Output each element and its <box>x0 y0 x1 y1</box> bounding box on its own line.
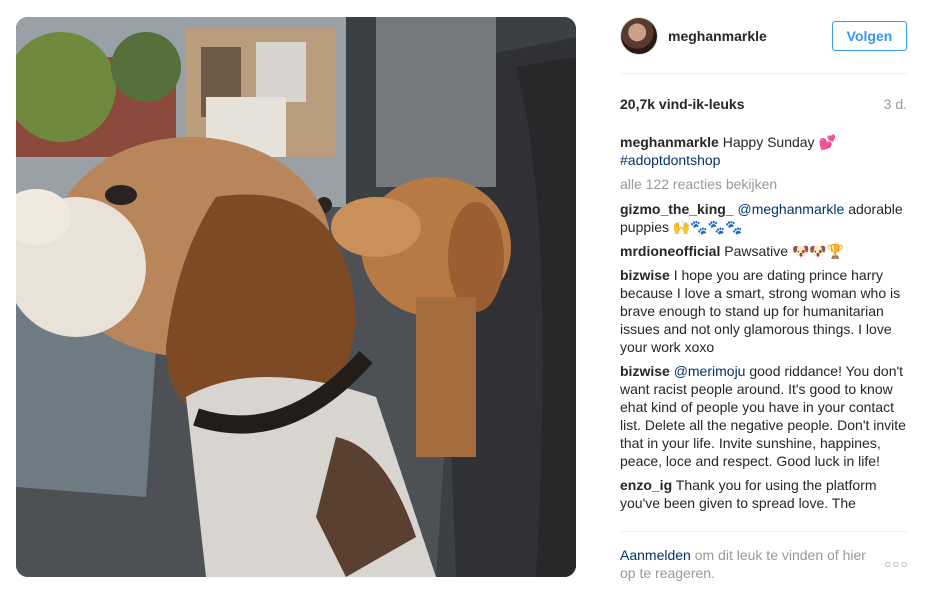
ellipsis-icon[interactable]: ○○○ <box>884 557 908 571</box>
comment-item: mrdioneofficial Pawsative 🐶🐶🏆 <box>620 242 910 260</box>
post-details-panel: meghanmarkle Volgen 20,7k vind-ik-leuks … <box>604 0 910 594</box>
post-header: meghanmarkle Volgen <box>604 0 910 72</box>
comment-mention[interactable]: @merimoju <box>674 363 746 379</box>
caption-username[interactable]: meghanmarkle <box>620 134 719 150</box>
comment-username[interactable]: bizwise <box>620 267 670 283</box>
comment-text: Pawsative 🐶🐶🏆 <box>724 243 845 259</box>
caption-text: Happy Sunday 💕 <box>722 134 836 150</box>
post-username[interactable]: meghanmarkle <box>668 28 767 44</box>
comment-username[interactable]: gizmo_the_king_ <box>620 201 734 217</box>
login-prompt: Aanmelden om dit leuk te vinden of hier … <box>620 546 870 582</box>
caption-hashtag[interactable]: #adoptdontshop <box>620 152 720 168</box>
view-all-comments-link[interactable]: alle 122 reacties bekijken <box>620 175 910 193</box>
avatar[interactable] <box>620 17 658 55</box>
header-divider <box>620 73 907 74</box>
comment-item: gizmo_the_king_ @meghanmarkle adorable p… <box>620 200 910 236</box>
post-photo[interactable] <box>16 17 576 577</box>
footer-divider <box>620 531 907 532</box>
follow-button[interactable]: Volgen <box>832 21 907 51</box>
login-link[interactable]: Aanmelden <box>620 547 691 563</box>
comment-mention[interactable]: @meghanmarkle <box>737 201 844 217</box>
comments-list[interactable]: meghanmarkle Happy Sunday 💕 #adoptdontsh… <box>620 133 910 531</box>
caption: meghanmarkle Happy Sunday 💕 #adoptdontsh… <box>620 133 910 169</box>
like-count[interactable]: 20,7k vind-ik-leuks <box>620 96 745 112</box>
beagles-in-car-image <box>16 17 576 577</box>
comment-username[interactable]: bizwise <box>620 363 670 379</box>
comment-username[interactable]: mrdioneofficial <box>620 243 720 259</box>
comment-item: enzo_ig Thank you for using the platform… <box>620 476 910 512</box>
comment-username[interactable]: enzo_ig <box>620 477 672 493</box>
post-age[interactable]: 3 d. <box>884 96 907 112</box>
comment-item: bizwise @merimoju good riddance! You don… <box>620 362 910 470</box>
comment-item: bizwise I hope you are dating prince har… <box>620 266 910 356</box>
